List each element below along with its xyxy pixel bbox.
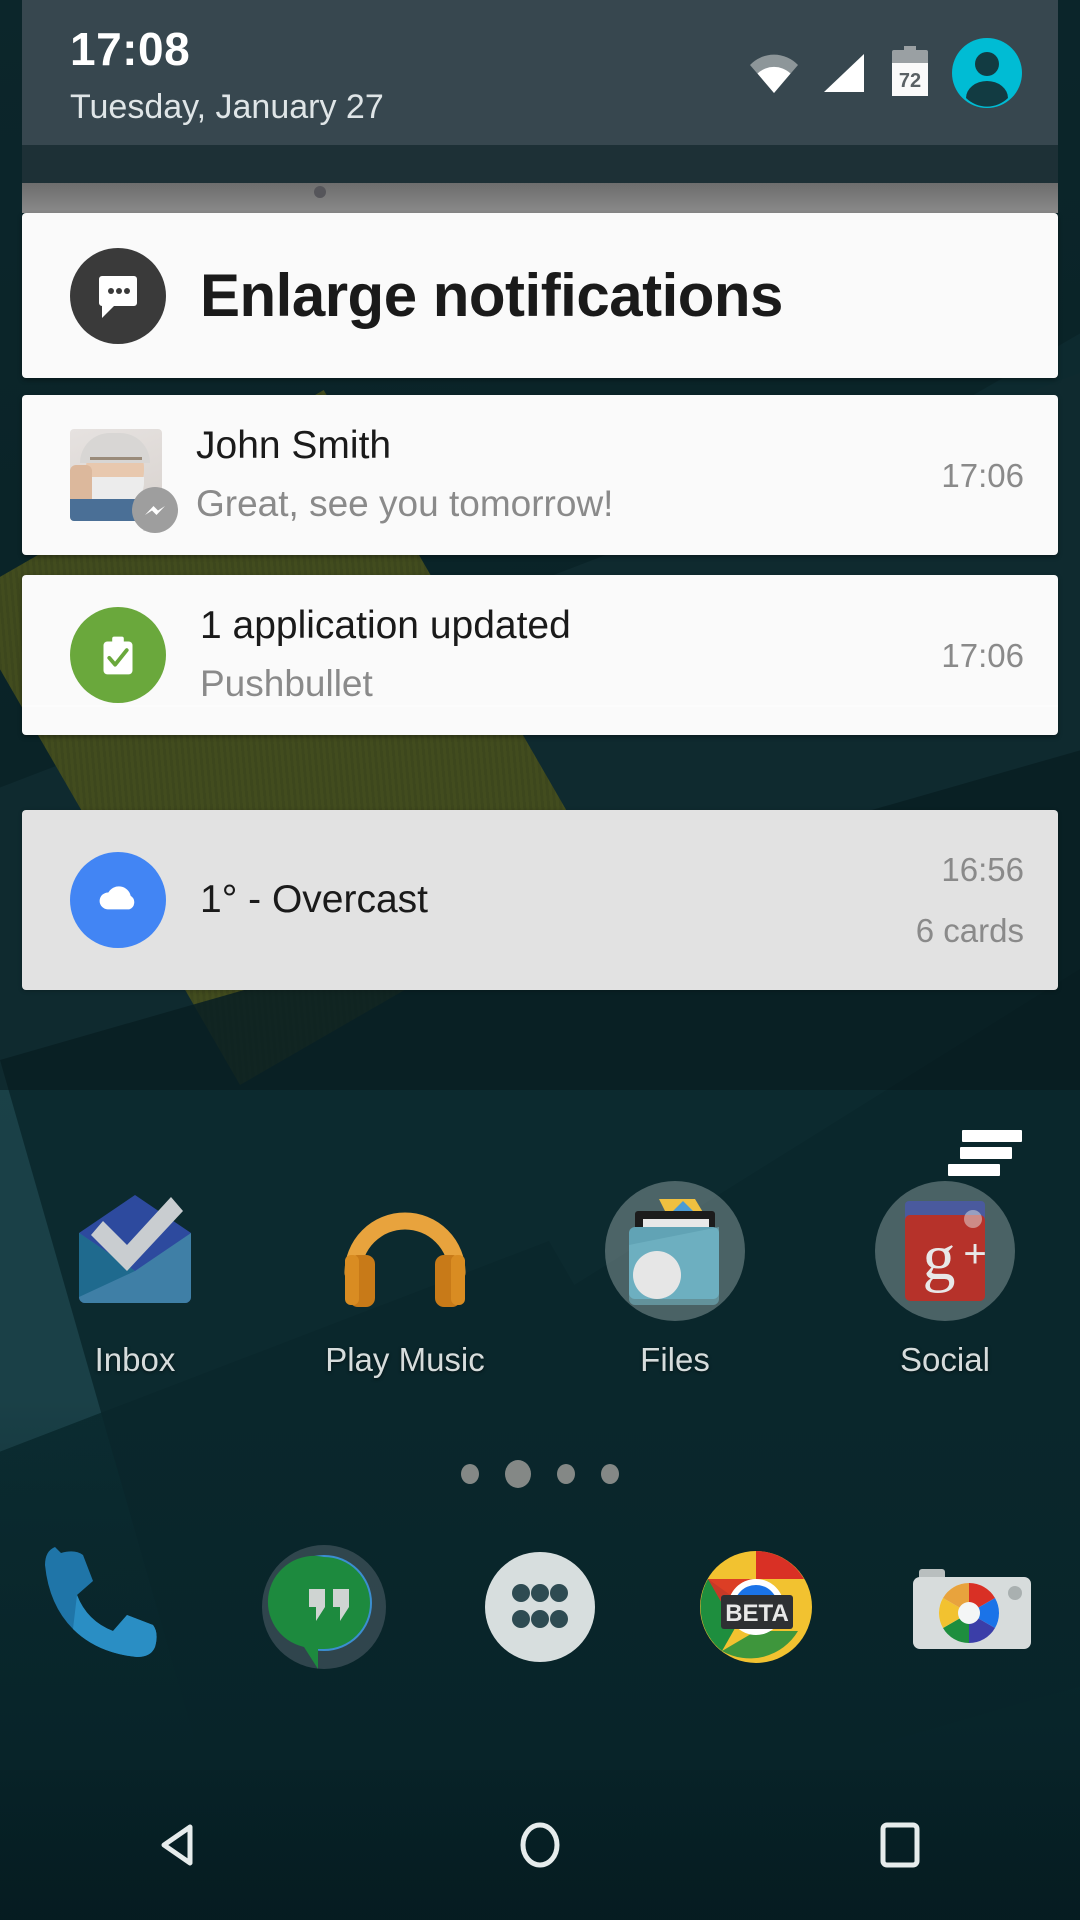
app-inbox[interactable]: Inbox (0, 1175, 270, 1379)
notification-row-pushbullet[interactable]: 1 application updated Pushbullet 17:06 (22, 575, 1058, 735)
cell-signal-icon (820, 51, 868, 95)
notification-content: John Smith Great, see you tomorrow! (196, 424, 941, 525)
pushbullet-icon-wrap (70, 607, 166, 703)
page-dot[interactable] (461, 1464, 479, 1484)
app-label: Inbox (94, 1341, 176, 1378)
notification-title: 1 application updated (200, 604, 571, 648)
dock: BETA (0, 1535, 1080, 1685)
chrome-beta-icon: BETA (681, 1535, 831, 1685)
dock-item-chrome-beta[interactable]: BETA (648, 1535, 864, 1685)
recents-icon[interactable] (840, 1795, 960, 1895)
back-icon[interactable] (120, 1795, 240, 1895)
avatar-glasses (90, 457, 142, 469)
notification-meta: 17:06 (941, 639, 1058, 672)
shade-grip-bar[interactable] (22, 183, 1058, 213)
battery-level-text: 72 (899, 70, 921, 92)
contact-photo-avatar (70, 429, 178, 533)
clipboard-check-icon (70, 607, 166, 703)
app-drawer-icon (465, 1535, 615, 1685)
page-dot-active[interactable] (505, 1460, 531, 1488)
notification-content: 1° - Overcast (200, 877, 916, 922)
play-music-icon (329, 1175, 481, 1327)
notification-meta: 16:56 6 cards (916, 853, 1058, 947)
date-label: Tuesday, January 27 (70, 88, 384, 126)
app-play-music[interactable]: Play Music (270, 1175, 540, 1379)
user-avatar-icon[interactable] (952, 38, 1022, 108)
notification-title: John Smith (196, 424, 392, 468)
status-bar-header: 17:08 Tuesday, January 27 72 (22, 0, 1058, 145)
notification-subtext: 6 cards (915, 912, 1024, 949)
weather-icon-wrap (70, 852, 166, 948)
cloud-icon (70, 852, 166, 948)
notification-row-weather[interactable]: 1° - Overcast 16:56 6 cards (22, 810, 1058, 990)
grip-dot-icon (314, 186, 326, 198)
dock-item-app-drawer[interactable] (432, 1535, 648, 1685)
notification-header-card[interactable]: Enlarge notifications (22, 213, 1058, 378)
notification-title: 1° - Overcast (200, 877, 428, 921)
page-dot[interactable] (557, 1464, 575, 1484)
home-screen: Inbox Play Music Files g + Social BETA (0, 1090, 1080, 1920)
chrome-beta-badge-text: BETA (725, 1600, 789, 1627)
page-dot[interactable] (601, 1464, 619, 1484)
messenger-badge-icon (132, 487, 178, 533)
home-icon[interactable] (480, 1795, 600, 1895)
notification-row-john-smith[interactable]: John Smith Great, see you tomorrow! 17:0… (22, 395, 1058, 555)
priority-divider (22, 705, 1058, 707)
inbox-icon (59, 1175, 211, 1327)
status-icons: 72 (748, 38, 1022, 108)
app-grid-row: Inbox Play Music Files g + Social (0, 1175, 1080, 1379)
handle-line-1 (962, 1130, 1022, 1142)
clock: 17:08 (70, 23, 191, 75)
app-files[interactable]: Files (540, 1175, 810, 1379)
header-card-icon-wrap (70, 247, 166, 344)
notification-time: 16:56 (941, 851, 1024, 888)
app-label: Files (640, 1341, 710, 1378)
handle-line-2 (960, 1147, 1012, 1159)
navigation-bar (0, 1770, 1080, 1920)
dock-item-camera[interactable] (864, 1535, 1080, 1685)
clock-date-group: 17:08 Tuesday, January 27 (70, 26, 384, 124)
google-plus-icon: g + (869, 1175, 1021, 1327)
gplus-plus-glyph: + (963, 1232, 986, 1276)
app-label: Play Music (325, 1341, 485, 1378)
page-indicator (0, 1460, 1080, 1488)
page-title: Enlarge notifications (200, 262, 783, 329)
app-social[interactable]: g + Social (810, 1175, 1080, 1379)
phone-icon (33, 1535, 183, 1685)
chat-bubble-icon (70, 247, 166, 344)
app-label: Social (900, 1341, 990, 1378)
wifi-icon (748, 51, 800, 95)
dock-item-hangouts[interactable] (216, 1535, 432, 1685)
battery-icon: 72 (888, 46, 932, 100)
notification-meta: 17:06 (941, 459, 1058, 492)
notification-time: 17:06 (941, 636, 1024, 674)
dock-item-phone[interactable] (0, 1535, 216, 1685)
shade-top-strip (22, 145, 1058, 183)
files-folder-icon (599, 1175, 751, 1327)
gplus-glyph: g (923, 1221, 956, 1294)
notification-handle-icon[interactable] (946, 1130, 1022, 1176)
notification-content: 1 application updated Pushbullet (200, 604, 941, 705)
notification-text: Pushbullet (200, 663, 373, 705)
notification-time: 17:06 (941, 456, 1024, 494)
camera-icon (897, 1535, 1047, 1685)
notification-text: Great, see you tomorrow! (196, 483, 614, 525)
header-card-body: Enlarge notifications (200, 261, 1058, 330)
hangouts-icon (249, 1535, 399, 1685)
